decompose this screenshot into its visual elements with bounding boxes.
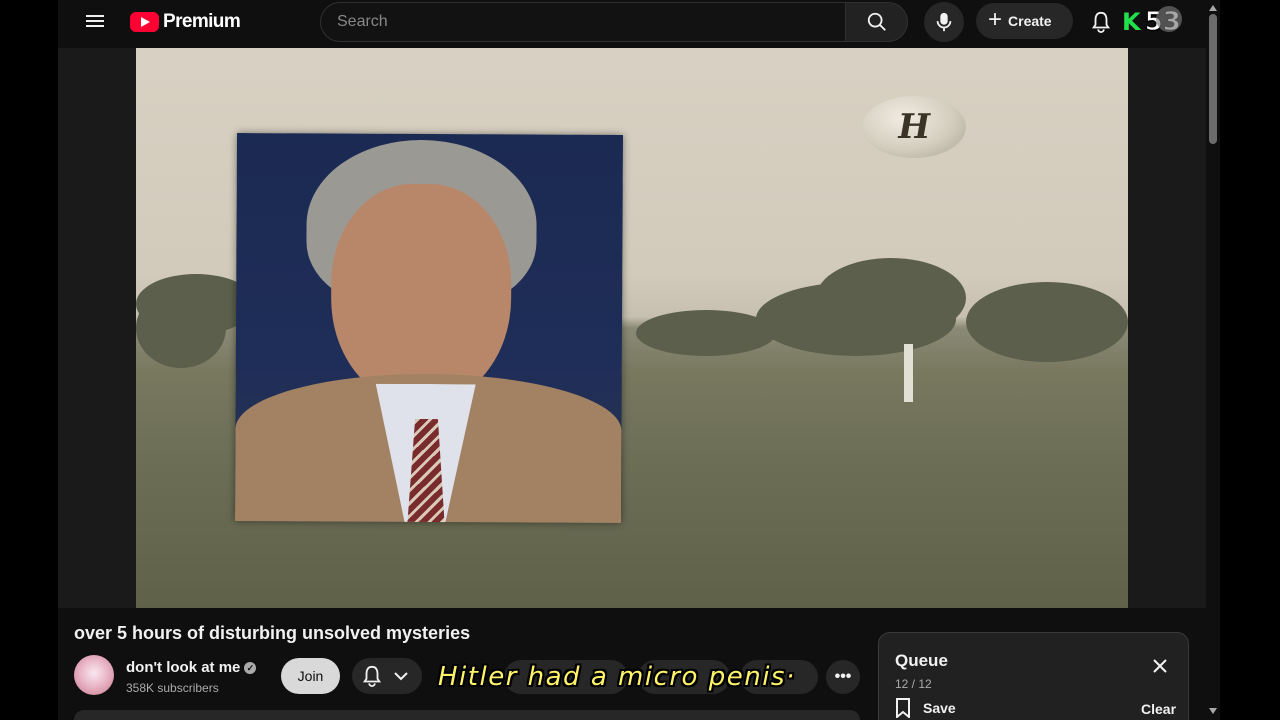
account-avatar[interactable]: K 53: [1122, 6, 1192, 38]
mic-icon: [936, 12, 952, 32]
channel-name-link[interactable]: don't look at me ✓: [126, 659, 257, 676]
tree-shape: [136, 288, 226, 368]
tree-shape: [636, 310, 776, 356]
join-button[interactable]: Join: [281, 658, 340, 694]
youtube-logo-icon: [130, 12, 159, 32]
portrait-face: [330, 183, 512, 405]
search-box: [320, 2, 846, 42]
plus-icon: +: [988, 6, 1003, 33]
scroll-up-arrow-icon[interactable]: [1209, 5, 1217, 11]
description-box[interactable]: [74, 710, 860, 720]
channel-badge-letter: K: [1122, 8, 1141, 36]
caption-text: Hitler had a micro penis·: [438, 662, 796, 692]
queue-save-button[interactable]: Save: [895, 698, 956, 718]
logo-text: Premium: [163, 11, 241, 32]
verified-icon: ✓: [244, 661, 257, 674]
search-icon: [867, 12, 886, 31]
avatar: [1156, 6, 1182, 32]
queue-count: 12 / 12: [895, 677, 932, 691]
close-icon[interactable]: [1147, 653, 1173, 679]
white-post: [904, 344, 913, 402]
channel-name: don't look at me: [126, 659, 241, 676]
queue-save-label: Save: [923, 700, 956, 716]
portrait-photo: [234, 132, 624, 524]
bell-icon: [1091, 11, 1111, 33]
queue-clear-button[interactable]: Clear: [1141, 701, 1176, 717]
create-label: Create: [1008, 13, 1052, 29]
ufo-image: H: [862, 96, 966, 158]
tree-shape: [966, 282, 1128, 362]
scroll-down-arrow-icon[interactable]: [1209, 708, 1217, 714]
queue-panel: Queue 12 / 12 Save Clear: [878, 632, 1189, 720]
create-button[interactable]: + Create: [976, 3, 1073, 39]
tree-shape: [816, 258, 966, 338]
bell-icon: [362, 665, 382, 687]
scrollbar-thumb[interactable]: [1209, 14, 1217, 144]
notifications-button[interactable]: [1088, 8, 1114, 36]
youtube-logo[interactable]: Premium: [130, 10, 241, 34]
subscriber-count: 358K subscribers: [126, 681, 219, 695]
video-title: over 5 hours of disturbing unsolved myst…: [74, 623, 471, 643]
page-scrollbar[interactable]: [1206, 0, 1220, 720]
more-actions-button[interactable]: •••: [826, 660, 860, 694]
youtube-window: Premium + Create K 53: [58, 0, 1220, 720]
queue-title: Queue: [895, 651, 948, 670]
menu-icon[interactable]: [84, 12, 106, 34]
voice-search-button[interactable]: [924, 2, 964, 42]
video-player[interactable]: H: [136, 48, 1128, 608]
ufo-marking: H: [894, 107, 934, 147]
channel-avatar[interactable]: [74, 655, 114, 695]
video-player-area: H: [58, 48, 1208, 608]
top-bar: Premium + Create K 53: [58, 0, 1220, 48]
subscribed-notifications-button[interactable]: [352, 658, 422, 694]
bookmark-icon: [896, 698, 910, 718]
search-input[interactable]: [321, 3, 845, 41]
search-button[interactable]: [846, 2, 908, 42]
chevron-down-icon: [394, 672, 408, 681]
